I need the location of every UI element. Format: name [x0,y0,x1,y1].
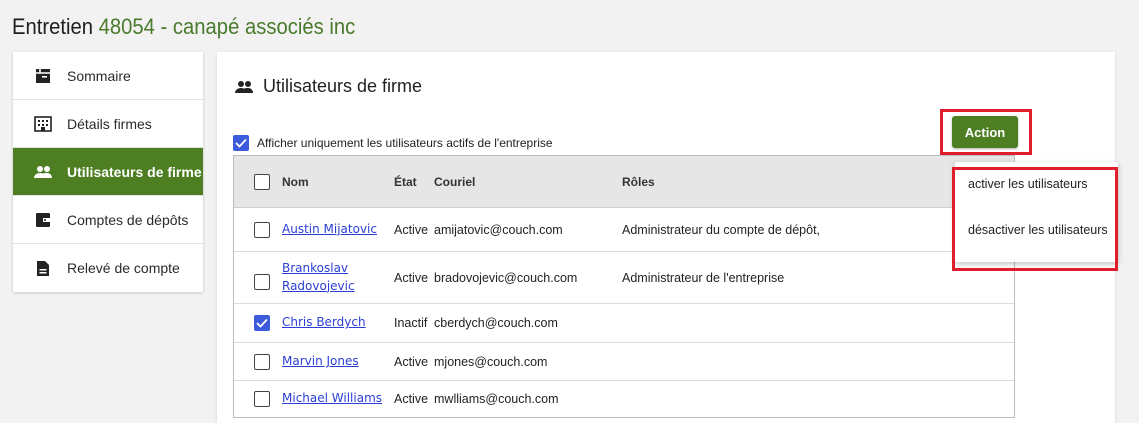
check-icon [256,318,268,328]
user-status: Active [394,270,429,285]
row-checkbox[interactable] [254,273,270,290]
user-email: mjones@couch.com [434,354,548,369]
people-icon [233,80,255,94]
sidebar-item-label: Comptes de dépôts [67,211,189,228]
sidebar-item-label: Utilisateurs de firme [67,163,202,180]
user-name-link[interactable]: Chris Berdych [282,315,366,329]
sidebar-item-label: Détails firmes [67,115,152,132]
wallet-icon [33,211,53,229]
column-header-etat[interactable]: État [394,175,434,189]
sidebar-item-details-firmes[interactable]: Détails firmes [13,100,203,148]
user-status: Inactif [394,316,428,330]
active-users-filter[interactable]: Afficher uniquement les utilisateurs act… [233,135,553,151]
table-row: Chris Berdych Inactif cberdych@couch.com [234,304,1014,343]
row-checkbox[interactable] [254,221,270,238]
column-header-name[interactable]: Nom [282,175,394,189]
dropdown-highlight-box [952,167,1118,271]
user-email: amijatovic@couch.com [434,222,563,237]
user-name-link[interactable]: Marvin Jones [282,354,359,368]
building-icon [33,115,53,133]
page-title: Entretien 48054 - canapé associés inc [12,14,355,40]
row-checkbox[interactable] [254,315,270,331]
people-icon [33,163,53,181]
table-row: Michael Williams Active mwlliams@couch.c… [234,381,1014,417]
user-name-link[interactable]: Austin Mijatovic [282,222,377,236]
user-email: bradovojevic@couch.com [434,270,578,285]
page-title-sub: 48054 - canapé associés inc [98,14,356,39]
action-button[interactable]: Action [952,116,1018,148]
user-roles: Administrateur de l'entreprise [622,270,785,285]
row-checkbox[interactable] [254,391,270,407]
user-status: Active [394,222,429,237]
sidebar-item-label: Relevé de compte [67,260,180,276]
table-row: Marvin Jones Active mjones@couch.com [234,343,1014,381]
table-row: Austin Mijatovic Active amijatovic@couch… [234,208,1014,252]
filter-label: Afficher uniquement les utilisateurs act… [257,136,553,150]
sidebar-item-comptes[interactable]: Comptes de dépôts [13,196,203,244]
sidebar-item-utilisateurs[interactable]: Utilisateurs de firme [13,148,203,196]
page-title-label: Entretien [12,14,94,39]
user-name-link[interactable]: Brankoslav Radovojevic [282,260,362,295]
user-email: mwlliams@couch.com [434,392,559,406]
user-status: Active [394,354,429,369]
summary-icon [33,67,53,85]
user-status: Active [394,392,429,406]
document-icon [33,259,53,277]
select-all-checkbox[interactable] [254,173,270,190]
sidebar-item-label: Sommaire [67,67,131,84]
sidebar-item-sommaire[interactable]: Sommaire [13,52,203,100]
filter-checkbox[interactable] [233,135,249,151]
section-title: Utilisateurs de firme [233,76,422,97]
check-icon [235,138,247,148]
table-header: Nom État Couriel Rôles [234,156,1014,208]
section-title-label: Utilisateurs de firme [263,76,423,96]
sidebar-item-releve[interactable]: Relevé de compte [13,244,203,292]
column-header-mail[interactable]: Couriel [434,175,622,189]
user-name-link[interactable]: Michael Williams [282,391,382,405]
users-table: Nom État Couriel Rôles Austin Mijatovic … [233,155,1015,418]
table-row: Brankoslav Radovojevic Active bradovojev… [234,252,1014,304]
user-email: cberdych@couch.com [434,316,558,330]
sidebar: Sommaire Détails firmes Utilisateurs de … [13,52,203,292]
row-checkbox[interactable] [254,353,270,370]
